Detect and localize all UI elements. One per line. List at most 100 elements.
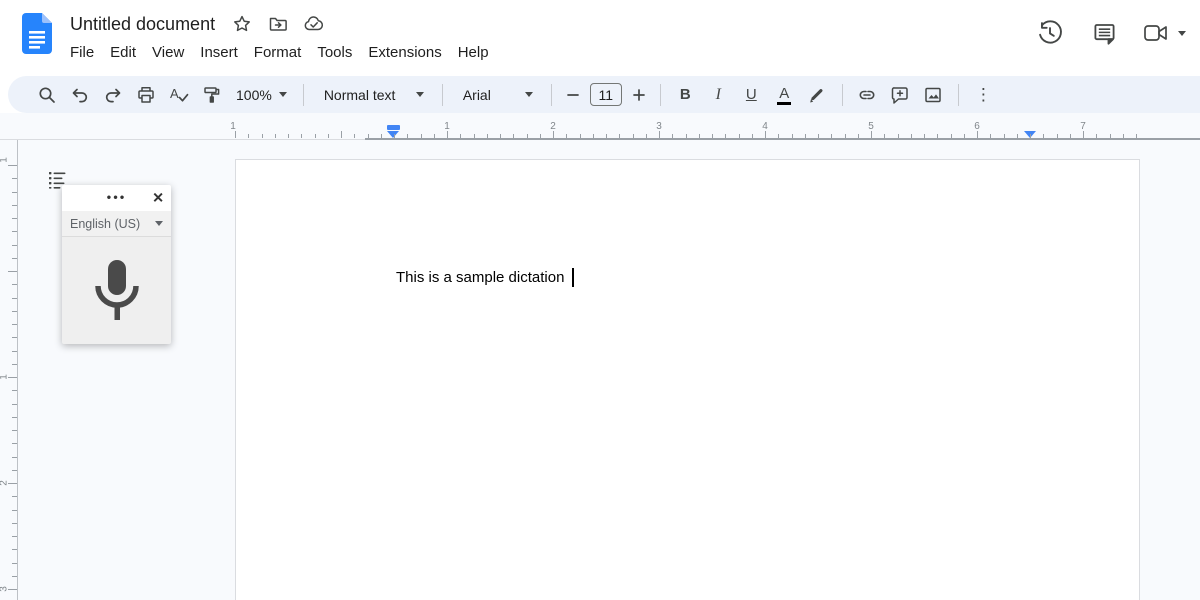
voice-panel-close-icon[interactable]: ✕ xyxy=(152,191,164,205)
menu-extensions[interactable]: Extensions xyxy=(360,42,449,63)
ruler-tick xyxy=(315,134,316,139)
ruler-tick xyxy=(354,134,355,139)
ruler-label: 1 xyxy=(0,157,9,163)
ruler-tick xyxy=(1043,134,1044,139)
add-comment-icon[interactable] xyxy=(884,81,917,109)
join-call-control[interactable] xyxy=(1143,23,1186,43)
ruler-tick xyxy=(845,134,846,139)
ruler-label: 2 xyxy=(0,480,9,486)
video-call-icon xyxy=(1143,23,1170,43)
voice-panel-header: ••• ✕ xyxy=(62,185,171,211)
ruler-tick xyxy=(633,134,634,139)
document-text: This is a sample dictation xyxy=(396,269,569,286)
print-icon[interactable] xyxy=(129,81,162,109)
ruler-tick xyxy=(262,134,263,139)
ruler-tick xyxy=(341,131,342,138)
ruler-tick xyxy=(12,417,17,418)
voice-panel-menu-icon[interactable]: ••• xyxy=(107,189,127,204)
ruler-label: 1 xyxy=(0,374,9,380)
ruler-tick xyxy=(778,134,779,139)
bold-button[interactable]: B xyxy=(669,81,702,109)
document-text-line[interactable]: This is a sample dictation xyxy=(396,268,574,287)
document-page[interactable]: This is a sample dictation xyxy=(235,159,1140,600)
ruler-tick xyxy=(12,337,17,338)
more-options-button[interactable]: ⋮ xyxy=(967,81,1000,109)
ruler-tick xyxy=(12,576,17,577)
highlight-color-icon[interactable] xyxy=(801,81,834,109)
ruler-tick xyxy=(540,134,541,139)
ruler-tick xyxy=(1123,134,1124,139)
paragraph-style-select[interactable]: Normal text xyxy=(312,81,434,109)
microphone-button[interactable] xyxy=(62,237,171,343)
menu-insert[interactable]: Insert xyxy=(192,42,246,63)
ruler-tick xyxy=(1136,134,1137,139)
text-color-a: A xyxy=(777,84,791,106)
redo-icon[interactable] xyxy=(96,81,129,109)
ruler-tick xyxy=(248,134,249,139)
ruler-tick xyxy=(792,134,793,139)
ruler-tick xyxy=(898,134,899,139)
menu-tools[interactable]: Tools xyxy=(309,42,360,63)
undo-icon[interactable] xyxy=(63,81,96,109)
cloud-saved-icon[interactable] xyxy=(303,13,325,35)
font-size-input[interactable]: 11 xyxy=(590,83,622,106)
move-folder-icon[interactable] xyxy=(267,13,289,35)
star-icon[interactable] xyxy=(231,13,253,35)
ruler-tick xyxy=(1070,134,1071,139)
menu-edit[interactable]: Edit xyxy=(102,42,144,63)
paragraph-style-caret-icon xyxy=(416,92,424,97)
ruler-label: 5 xyxy=(868,121,874,132)
horizontal-ruler[interactable]: 11234567 xyxy=(0,120,1200,140)
document-canvas: 11234567 1123 This is a sample dictation xyxy=(0,113,1200,600)
ruler-tick xyxy=(12,549,17,550)
decrease-font-size-button[interactable] xyxy=(560,81,586,109)
toolbar-divider xyxy=(551,84,552,106)
menu-help[interactable]: Help xyxy=(450,42,497,63)
ruler-tick xyxy=(8,271,17,272)
header-right-actions xyxy=(1035,18,1186,48)
menu-view[interactable]: View xyxy=(144,42,192,63)
insert-link-icon[interactable] xyxy=(851,81,884,109)
title-block: Untitled document xyxy=(68,10,497,65)
paint-format-icon[interactable] xyxy=(195,81,228,109)
zoom-value: 100% xyxy=(236,87,272,103)
increase-font-size-button[interactable] xyxy=(626,81,652,109)
ruler-tick xyxy=(12,470,17,471)
google-docs-logo-icon[interactable] xyxy=(22,13,52,54)
vertical-ruler[interactable]: 1123 xyxy=(0,140,18,600)
paragraph-style-value: Normal text xyxy=(324,87,396,103)
ruler-tick xyxy=(1096,134,1097,139)
font-family-select[interactable]: Arial xyxy=(451,81,543,109)
ruler-tick xyxy=(12,178,17,179)
ruler-tick xyxy=(8,377,17,378)
menu-file[interactable]: File xyxy=(62,42,102,63)
insert-image-icon[interactable] xyxy=(917,81,950,109)
ruler-tick xyxy=(12,510,17,511)
ruler-tick xyxy=(12,523,17,524)
ruler-label: 2 xyxy=(550,121,556,132)
text-color-button[interactable]: A xyxy=(768,81,801,109)
ruler-tick xyxy=(725,134,726,139)
ruler-tick xyxy=(12,311,17,312)
ruler-tick xyxy=(686,134,687,139)
document-title[interactable]: Untitled document xyxy=(68,14,217,35)
ruler-tick xyxy=(619,134,620,139)
ruler-tick xyxy=(593,134,594,139)
ruler-tick xyxy=(712,134,713,139)
menu-format[interactable]: Format xyxy=(246,42,310,63)
ruler-tick xyxy=(328,134,329,139)
font-family-value: Arial xyxy=(463,87,491,103)
underline-button[interactable]: U xyxy=(735,81,768,109)
comments-icon[interactable] xyxy=(1089,18,1119,48)
first-line-indent-marker[interactable] xyxy=(387,125,400,138)
ruler-tick xyxy=(12,457,17,458)
ruler-tick xyxy=(12,324,17,325)
italic-button[interactable]: I xyxy=(702,81,735,109)
spell-check-icon[interactable]: A xyxy=(162,81,195,109)
version-history-icon[interactable] xyxy=(1035,18,1065,48)
ruler-label: 7 xyxy=(1080,121,1086,132)
zoom-select[interactable]: 100% xyxy=(228,81,295,109)
search-menus-icon[interactable] xyxy=(30,81,63,109)
video-call-caret-icon xyxy=(1178,31,1186,36)
voice-language-select[interactable]: English (US) xyxy=(62,211,171,237)
